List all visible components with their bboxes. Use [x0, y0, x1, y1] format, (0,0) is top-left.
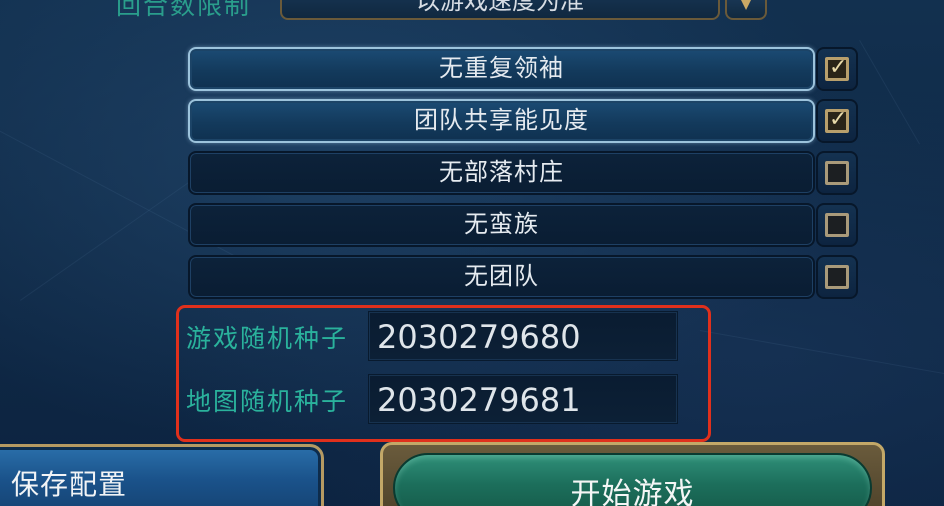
option-label: 无部落村庄: [439, 158, 564, 186]
start-game-button[interactable]: 开始游戏: [380, 442, 885, 506]
seed-highlight-box: [176, 305, 711, 442]
checkbox-box: ✓: [825, 107, 849, 133]
checkbox-box: ✓: [825, 55, 849, 81]
turn-limit-dropdown-button[interactable]: ▼: [725, 0, 767, 20]
turn-limit-label: 回合数限制: [116, 0, 252, 20]
option-checkbox[interactable]: [816, 203, 858, 247]
option-checkbox[interactable]: ✓: [816, 99, 858, 143]
checkbox-box: [825, 213, 849, 237]
option-no-teams[interactable]: 无团队: [188, 255, 858, 299]
option-label: 无蛮族: [464, 210, 539, 238]
checkbox-box: [825, 161, 849, 185]
option-checkbox[interactable]: ✓: [816, 47, 858, 91]
chevron-down-icon: ▼: [739, 0, 753, 12]
start-game-label: 开始游戏: [570, 477, 695, 506]
option-label: 团队共享能见度: [414, 106, 589, 134]
checkmark-icon: ✓: [829, 55, 848, 80]
option-no-duplicate-leaders[interactable]: 无重复领袖 ✓: [188, 47, 858, 91]
start-game-button-face[interactable]: 开始游戏: [393, 453, 872, 506]
game-setup-screen: 回合数限制 以游戏速度为准 ▼ 无重复领袖 ✓ 团队共享能见度 ✓ 无部落村庄 …: [0, 0, 944, 506]
checkmark-icon: ✓: [829, 107, 848, 132]
option-label: 无重复领袖: [439, 54, 564, 82]
turn-limit-select[interactable]: 以游戏速度为准: [280, 0, 720, 20]
checkbox-box: [825, 265, 849, 289]
save-config-label: 保存配置: [11, 468, 128, 501]
background-map-line: [699, 330, 944, 377]
option-label: 无团队: [464, 262, 539, 290]
option-no-tribal-villages[interactable]: 无部落村庄: [188, 151, 858, 195]
turn-limit-row: 回合数限制 以游戏速度为准 ▼: [0, 0, 944, 24]
save-config-button[interactable]: 保存配置: [0, 444, 324, 506]
option-team-shared-visibility[interactable]: 团队共享能见度 ✓: [188, 99, 858, 143]
background-map-line: [859, 40, 920, 145]
turn-limit-value: 以游戏速度为准: [416, 0, 584, 15]
option-checkbox[interactable]: [816, 255, 858, 299]
option-checkbox[interactable]: [816, 151, 858, 195]
option-no-barbarians[interactable]: 无蛮族: [188, 203, 858, 247]
